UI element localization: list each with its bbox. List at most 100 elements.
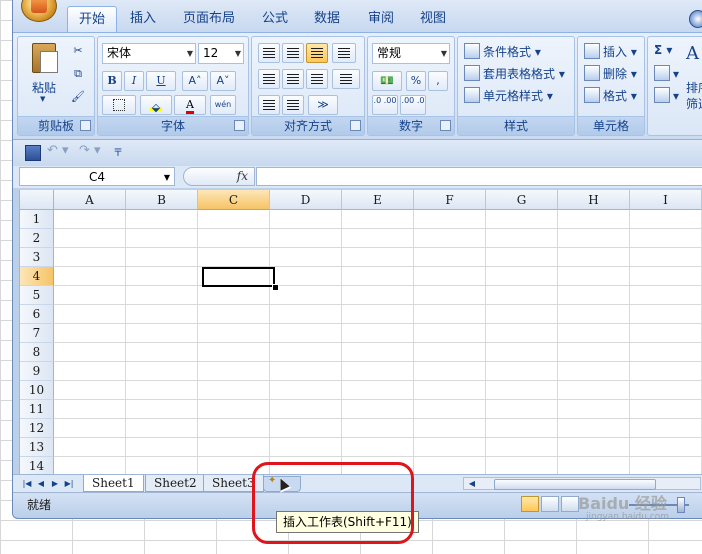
autosum-button[interactable]: Σ ▾ — [654, 43, 672, 57]
shrink-font-button[interactable]: A˅ — [210, 71, 236, 91]
select-all-corner[interactable] — [20, 190, 54, 210]
office-button[interactable] — [21, 0, 57, 22]
align-bottom-button[interactable] — [306, 43, 328, 63]
scroll-left-icon[interactable]: ◀ — [466, 477, 478, 490]
tab-data[interactable]: 数据 — [305, 6, 349, 32]
align-center-button[interactable] — [282, 69, 304, 89]
row-header-14[interactable]: 14 — [20, 457, 54, 474]
column-header-a[interactable]: A — [54, 190, 126, 210]
align-left-button[interactable] — [258, 69, 280, 89]
column-header-b[interactable]: B — [126, 190, 198, 210]
decrease-indent-button[interactable] — [258, 95, 280, 115]
orientation-button[interactable] — [332, 43, 356, 63]
customize-qat-icon[interactable]: 〒 — [113, 144, 123, 159]
save-icon[interactable] — [25, 145, 41, 161]
row-header-12[interactable]: 12 — [20, 419, 54, 438]
percent-button[interactable]: % — [406, 71, 426, 91]
paste-button[interactable]: 粘贴 ▼ — [28, 41, 60, 103]
row-header-11[interactable]: 11 — [20, 400, 54, 419]
increase-decimal-button[interactable]: .0 .00 — [372, 95, 398, 115]
cells-area[interactable] — [54, 210, 702, 474]
row-header-8[interactable]: 8 — [20, 343, 54, 362]
name-box[interactable]: C4 ▼ — [19, 167, 175, 186]
sort-filter-icon[interactable]: A — [686, 43, 699, 64]
border-button[interactable] — [102, 95, 136, 115]
sheet-tab-sheet2[interactable]: Sheet2 — [145, 475, 206, 492]
row-header-10[interactable]: 10 — [20, 381, 54, 400]
row-header-5[interactable]: 5 — [20, 286, 54, 305]
italic-button[interactable]: I — [124, 71, 144, 91]
currency-button[interactable]: 💵 — [372, 71, 402, 91]
tab-review[interactable]: 审阅 — [359, 6, 403, 32]
cell-styles-button[interactable]: 单元格样式 ▾ — [464, 87, 553, 104]
row-header-2[interactable]: 2 — [20, 229, 54, 248]
sheet-tab-sheet1[interactable]: Sheet1 — [83, 475, 144, 492]
column-header-e[interactable]: E — [342, 190, 414, 210]
conditional-format-button[interactable]: 条件格式 ▾ — [464, 43, 541, 60]
row-header-13[interactable]: 13 — [20, 438, 54, 457]
number-launcher-icon[interactable] — [440, 120, 451, 131]
column-header-d[interactable]: D — [270, 190, 342, 210]
align-middle-button[interactable] — [282, 43, 304, 63]
number-format-combo[interactable]: 常规 ▼ — [372, 43, 450, 64]
row-header-6[interactable]: 6 — [20, 305, 54, 324]
underline-button[interactable]: U — [146, 71, 176, 91]
increase-indent-button[interactable] — [282, 95, 304, 115]
formula-input[interactable] — [256, 167, 702, 186]
undo-icon[interactable]: ↶ ▾ — [47, 143, 69, 158]
decrease-decimal-button[interactable]: .00 .0 — [400, 95, 426, 115]
wrap-text-button[interactable]: ≫ — [308, 95, 338, 115]
redo-icon[interactable]: ↷ ▾ — [79, 143, 101, 158]
copy-icon[interactable]: ⧉ — [68, 64, 88, 84]
font-color-button[interactable]: A — [174, 95, 206, 115]
comma-button[interactable]: , — [428, 71, 448, 91]
grow-font-button[interactable]: A˄ — [182, 71, 208, 91]
clear-button[interactable]: ▾ — [654, 87, 679, 103]
bold-button[interactable]: B — [102, 71, 122, 91]
column-header-g[interactable]: G — [486, 190, 558, 210]
help-icon[interactable] — [689, 10, 702, 28]
tab-formulas[interactable]: 公式 — [253, 6, 297, 32]
page-break-view-icon[interactable] — [561, 496, 579, 512]
page-layout-view-icon[interactable] — [541, 496, 559, 512]
insert-function-button[interactable]: fx — [183, 167, 255, 186]
zoom-thumb[interactable] — [677, 497, 685, 513]
last-sheet-icon[interactable]: ▶| — [63, 477, 75, 490]
phonetic-button[interactable]: wén — [210, 95, 236, 115]
column-header-f[interactable]: F — [414, 190, 486, 210]
next-sheet-icon[interactable]: ▶ — [49, 477, 61, 490]
font-name-combo[interactable]: 宋体 ▼ — [102, 43, 196, 64]
align-right-button[interactable] — [306, 69, 328, 89]
tab-page-layout[interactable]: 页面布局 — [173, 6, 245, 32]
row-header-7[interactable]: 7 — [20, 324, 54, 343]
normal-view-icon[interactable] — [521, 496, 539, 512]
fill-handle[interactable] — [272, 284, 279, 291]
row-header-9[interactable]: 9 — [20, 362, 54, 381]
format-cells-button[interactable]: 格式 ▾ — [584, 87, 637, 104]
font-size-combo[interactable]: 12 ▼ — [198, 43, 244, 64]
row-header-4[interactable]: 4 — [20, 267, 54, 286]
active-cell-selection[interactable] — [202, 267, 275, 287]
alignment-launcher-icon[interactable] — [350, 120, 361, 131]
tab-home[interactable]: 开始 — [67, 6, 117, 32]
column-header-h[interactable]: H — [558, 190, 630, 210]
fill-color-button[interactable]: ⬙ — [140, 95, 172, 115]
column-header-i[interactable]: I — [630, 190, 702, 210]
fill-button[interactable]: ▾ — [654, 65, 679, 81]
insert-cells-button[interactable]: 插入 ▾ — [584, 43, 637, 60]
scroll-thumb[interactable] — [494, 479, 656, 490]
column-header-c[interactable]: C — [198, 190, 270, 210]
first-sheet-icon[interactable]: |◀ — [21, 477, 33, 490]
tab-insert[interactable]: 插入 — [121, 6, 165, 32]
clipboard-launcher-icon[interactable] — [80, 120, 91, 131]
merge-center-button[interactable] — [332, 69, 360, 89]
prev-sheet-icon[interactable]: ◀ — [35, 477, 47, 490]
font-launcher-icon[interactable] — [234, 120, 245, 131]
format-painter-icon[interactable]: 🖌 — [68, 87, 88, 107]
cut-icon[interactable]: ✂ — [68, 41, 88, 61]
tab-view[interactable]: 视图 — [411, 6, 455, 32]
row-header-1[interactable]: 1 — [20, 210, 54, 229]
format-as-table-button[interactable]: 套用表格格式 ▾ — [464, 65, 565, 82]
align-top-button[interactable] — [258, 43, 280, 63]
row-header-3[interactable]: 3 — [20, 248, 54, 267]
